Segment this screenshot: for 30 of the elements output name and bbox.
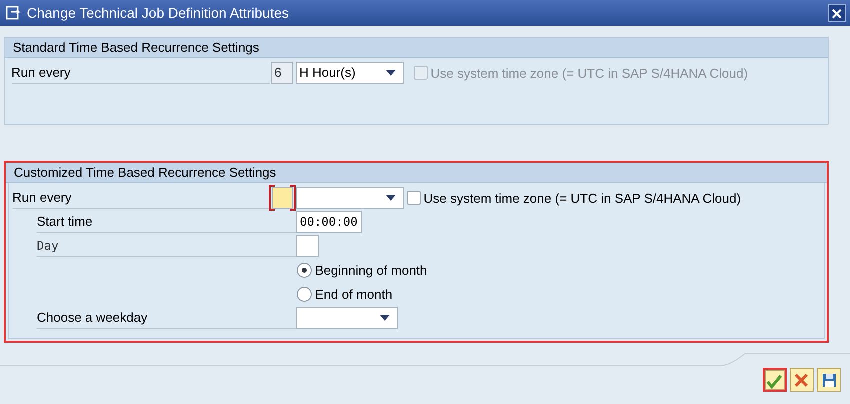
caret-icon — [386, 195, 396, 202]
radio-label: Beginning of month — [315, 262, 428, 280]
checkbox-label: Use system time zone (= UTC in SAP S/4HANA Cloud) — [424, 190, 742, 208]
close-icon — [832, 8, 842, 19]
radio-button[interactable] — [297, 286, 312, 302]
field-label: Run every — [12, 62, 270, 84]
weekday-dropdown[interactable] — [296, 307, 398, 330]
field-label: Start time — [37, 212, 296, 233]
field-label: Choose a weekday — [37, 308, 296, 329]
confirm-button[interactable] — [762, 368, 786, 392]
window-icon — [6, 6, 22, 20]
group-title: Standard Time Based Recurrence Settings — [5, 38, 828, 58]
time-field[interactable]: 00:00:00 — [296, 211, 362, 234]
group-title: Customized Time Based Recurrence Settings — [6, 163, 827, 183]
cancel-button[interactable] — [790, 368, 814, 392]
checkbox[interactable] — [406, 191, 420, 206]
input-field[interactable]: 6 — [270, 62, 292, 84]
checkbox-label: Use system time zone (= UTC in SAP S/4HANA Cloud) — [430, 64, 748, 83]
save-button[interactable] — [817, 368, 841, 392]
dropdown-value: H Hour(s) — [300, 64, 356, 82]
caret-icon — [386, 70, 396, 76]
radio-button[interactable] — [297, 262, 312, 278]
day-field[interactable] — [296, 235, 319, 258]
unit-dropdown[interactable]: H Hour(s) — [296, 62, 404, 84]
radio-label: End of month — [315, 286, 393, 304]
unit-dropdown[interactable] — [296, 187, 404, 210]
window-title: Change Technical Job Definition Attributes — [27, 4, 290, 23]
close-button[interactable] — [828, 4, 846, 22]
caret-icon — [380, 315, 390, 322]
field-label: Day — [37, 236, 296, 257]
